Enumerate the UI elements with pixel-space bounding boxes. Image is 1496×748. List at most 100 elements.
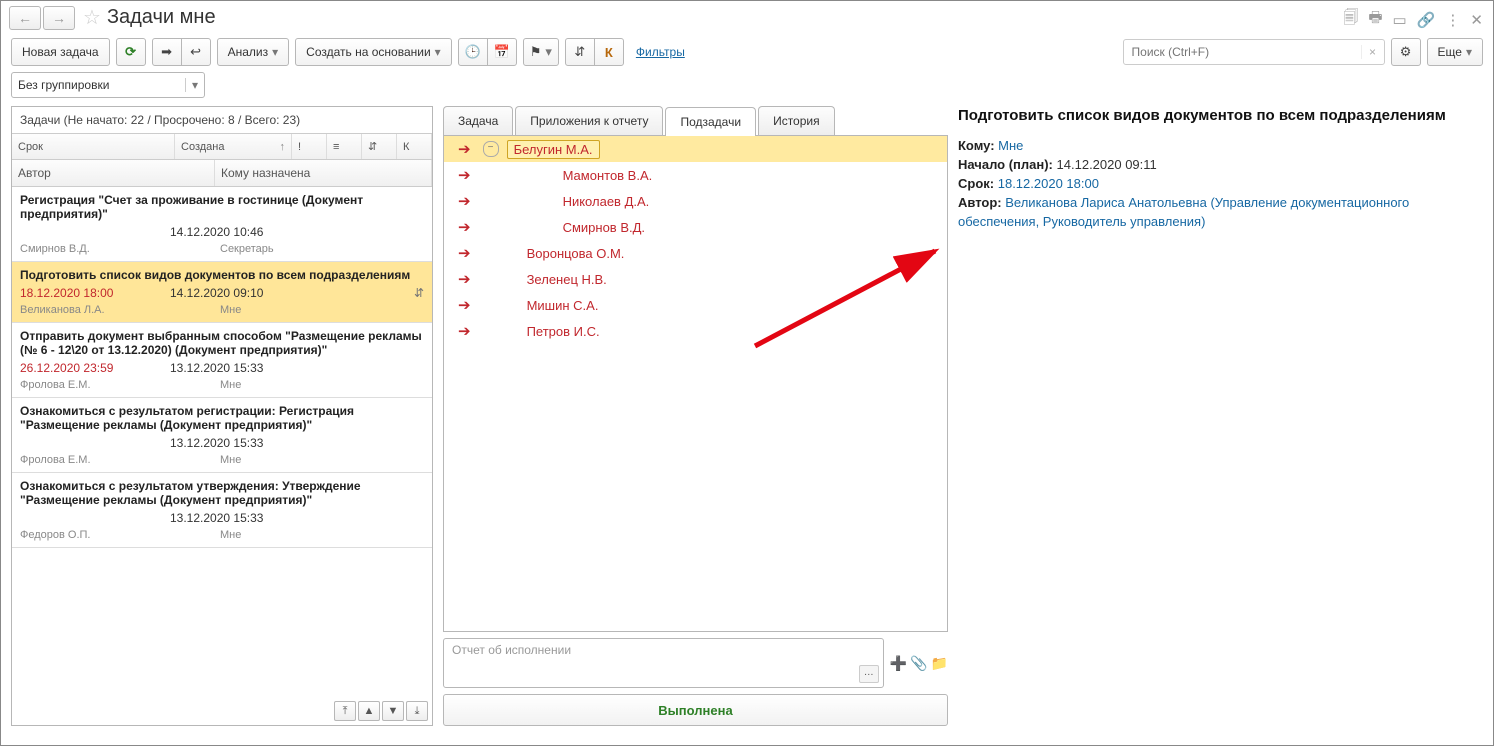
task-author: Смирнов В.Д. bbox=[20, 243, 220, 255]
more-dropdown[interactable]: Еще bbox=[1427, 38, 1483, 66]
subtasks-pane: Задача Приложения к отчету Подзадачи Ист… bbox=[443, 106, 948, 726]
pager: ⤒ ▲ ▼ ⤓ bbox=[332, 701, 428, 721]
task-created: 13.12.2020 15:33 bbox=[170, 361, 374, 375]
kebab-icon[interactable]: ⋮ bbox=[1445, 11, 1460, 29]
subtask-row[interactable]: ➔−Белугин М.А. bbox=[444, 136, 947, 162]
col-assigned[interactable]: Кому назначена bbox=[215, 160, 432, 186]
arrow-right-icon: ➔ bbox=[458, 192, 471, 210]
done-button[interactable]: Выполнена bbox=[443, 694, 948, 726]
task-row[interactable]: Отправить документ выбранным способом "Р… bbox=[12, 323, 432, 398]
link-icon[interactable]: 🔗 bbox=[1417, 11, 1436, 29]
page-last[interactable]: ⤓ bbox=[406, 701, 428, 721]
arrow-right-icon: ➔ bbox=[458, 218, 471, 236]
task-title: Отправить документ выбранным способом "Р… bbox=[12, 323, 432, 359]
grouping-select[interactable]: Без группировки ▾ bbox=[11, 72, 205, 98]
arrow-right-icon: ➔ bbox=[458, 140, 471, 158]
subtask-name: Смирнов В.Д. bbox=[563, 220, 645, 235]
col-flag[interactable]: ! bbox=[292, 134, 327, 159]
col-doc-icon[interactable]: ≡ bbox=[327, 134, 362, 159]
task-deadline: 18.12.2020 18:00 bbox=[20, 286, 170, 300]
subtask-row[interactable]: ➔Николаев Д.А. bbox=[444, 188, 947, 214]
forward-task-icon[interactable]: ➡ bbox=[152, 38, 182, 66]
tab-task[interactable]: Задача bbox=[443, 106, 513, 135]
task-row[interactable]: Ознакомиться с результатом утверждения: … bbox=[12, 473, 432, 548]
create-based-on-dropdown[interactable]: Создать на основании bbox=[295, 38, 452, 66]
chevron-down-icon: ▾ bbox=[185, 78, 198, 92]
collapse-icon[interactable]: − bbox=[483, 141, 499, 157]
author-link[interactable]: Великанова Лариса Анатольевна (Управлени… bbox=[958, 195, 1409, 229]
task-assignee: Мне bbox=[220, 379, 424, 391]
tab-subtasks[interactable]: Подзадачи bbox=[665, 107, 756, 136]
deadline-link[interactable]: 18.12.2020 18:00 bbox=[998, 176, 1099, 191]
task-title: Ознакомиться с результатом утверждения: … bbox=[12, 473, 432, 509]
favorite-star-icon[interactable]: ☆ bbox=[83, 5, 101, 30]
subtask-name: Зеленец Н.В. bbox=[527, 272, 607, 287]
page-setup-icon[interactable]: ▭ bbox=[1393, 11, 1407, 29]
arrow-right-icon: ➔ bbox=[458, 270, 471, 288]
refresh-button[interactable]: ⟳ bbox=[116, 38, 146, 66]
flag-dropdown[interactable]: ⚑ bbox=[523, 38, 559, 66]
task-author: Великанова Л.А. bbox=[20, 304, 220, 316]
subtask-name: Белугин М.А. bbox=[507, 140, 600, 159]
task-author: Фролова Е.М. bbox=[20, 379, 220, 391]
attachment-icon[interactable]: 📎 bbox=[910, 655, 927, 672]
col-tree-icon[interactable]: ⇵ bbox=[362, 134, 397, 159]
task-assignee: Мне bbox=[220, 529, 424, 541]
task-row[interactable]: Регистрация "Счет за проживание в гостин… bbox=[12, 187, 432, 262]
task-row[interactable]: Подготовить список видов документов по в… bbox=[12, 262, 432, 323]
page-first[interactable]: ⤒ bbox=[334, 701, 356, 721]
col-created[interactable]: Создана↑ bbox=[175, 134, 292, 159]
task-deadline bbox=[20, 511, 170, 525]
task-created: 14.12.2020 09:10 bbox=[170, 286, 374, 300]
tab-attachments[interactable]: Приложения к отчету bbox=[515, 106, 663, 135]
task-author: Фролова Е.М. bbox=[20, 454, 220, 466]
col-author[interactable]: Автор bbox=[12, 160, 215, 186]
subtask-name: Петров И.С. bbox=[527, 324, 600, 339]
col-k[interactable]: К bbox=[397, 134, 432, 159]
new-task-button[interactable]: Новая задача bbox=[11, 38, 110, 66]
subtask-name: Воронцова О.М. bbox=[527, 246, 625, 261]
folder-icon[interactable]: 📁 bbox=[931, 655, 948, 672]
close-icon[interactable]: ✕ bbox=[1470, 11, 1483, 29]
filters-link[interactable]: Фильтры bbox=[636, 45, 685, 59]
clock-icon[interactable]: 🕒 bbox=[458, 38, 488, 66]
arrow-right-icon: ➔ bbox=[458, 244, 471, 262]
page-down[interactable]: ▼ bbox=[382, 701, 404, 721]
task-row[interactable]: Ознакомиться с результатом регистрации: … bbox=[12, 398, 432, 473]
task-deadline: 26.12.2020 23:59 bbox=[20, 361, 170, 375]
k-button[interactable]: К bbox=[594, 38, 624, 66]
expand-comment-button[interactable]: … bbox=[859, 665, 879, 683]
details-pane: Подготовить список видов документов по в… bbox=[958, 106, 1483, 726]
task-assignee: Мне bbox=[220, 304, 424, 316]
task-list-pane: Задачи (Не начато: 22 / Просрочено: 8 / … bbox=[11, 106, 433, 726]
arrow-right-icon: ➔ bbox=[458, 322, 471, 340]
nav-forward-button[interactable]: → bbox=[43, 6, 75, 30]
tasks-summary: Задачи (Не начато: 22 / Просрочено: 8 / … bbox=[12, 107, 432, 134]
arrow-right-icon: ➔ bbox=[458, 296, 471, 314]
tree-icon[interactable]: ⇵ bbox=[565, 38, 595, 66]
subtask-row[interactable]: ➔ Смирнов В.Д. bbox=[444, 214, 947, 240]
task-assignee: Секретарь bbox=[220, 243, 424, 255]
settings-icon[interactable]: ⚙ bbox=[1391, 38, 1421, 66]
col-deadline[interactable]: Срок bbox=[12, 134, 175, 159]
task-created: 13.12.2020 15:33 bbox=[170, 436, 374, 450]
tab-history[interactable]: История bbox=[758, 106, 835, 135]
calendar-icon[interactable]: 📅 bbox=[487, 38, 517, 66]
subtask-name: Мамонтов В.А. bbox=[563, 168, 653, 183]
assigned-to-link[interactable]: Мне bbox=[998, 138, 1023, 153]
subtask-name: Мишин С.А. bbox=[527, 298, 599, 313]
save-icon[interactable]: 🗐 bbox=[1343, 7, 1358, 32]
search-input[interactable] bbox=[1124, 45, 1361, 59]
clear-search-button[interactable]: × bbox=[1361, 45, 1384, 59]
nav-back-button[interactable]: ← bbox=[9, 6, 41, 30]
task-title: Ознакомиться с результатом регистрации: … bbox=[12, 398, 432, 434]
analysis-dropdown[interactable]: Анализ bbox=[217, 38, 290, 66]
task-assignee: Мне bbox=[220, 454, 424, 466]
reply-icon[interactable]: ↩ bbox=[181, 38, 211, 66]
add-attachment-icon[interactable]: ➕ bbox=[890, 655, 907, 672]
task-title: Подготовить список видов документов по в… bbox=[12, 262, 432, 284]
execution-report-input[interactable]: Отчет об исполнении … bbox=[443, 638, 884, 688]
page-up[interactable]: ▲ bbox=[358, 701, 380, 721]
print-icon[interactable]: 🖶 bbox=[1368, 7, 1382, 32]
subtask-row[interactable]: ➔Мамонтов В.А. bbox=[444, 162, 947, 188]
